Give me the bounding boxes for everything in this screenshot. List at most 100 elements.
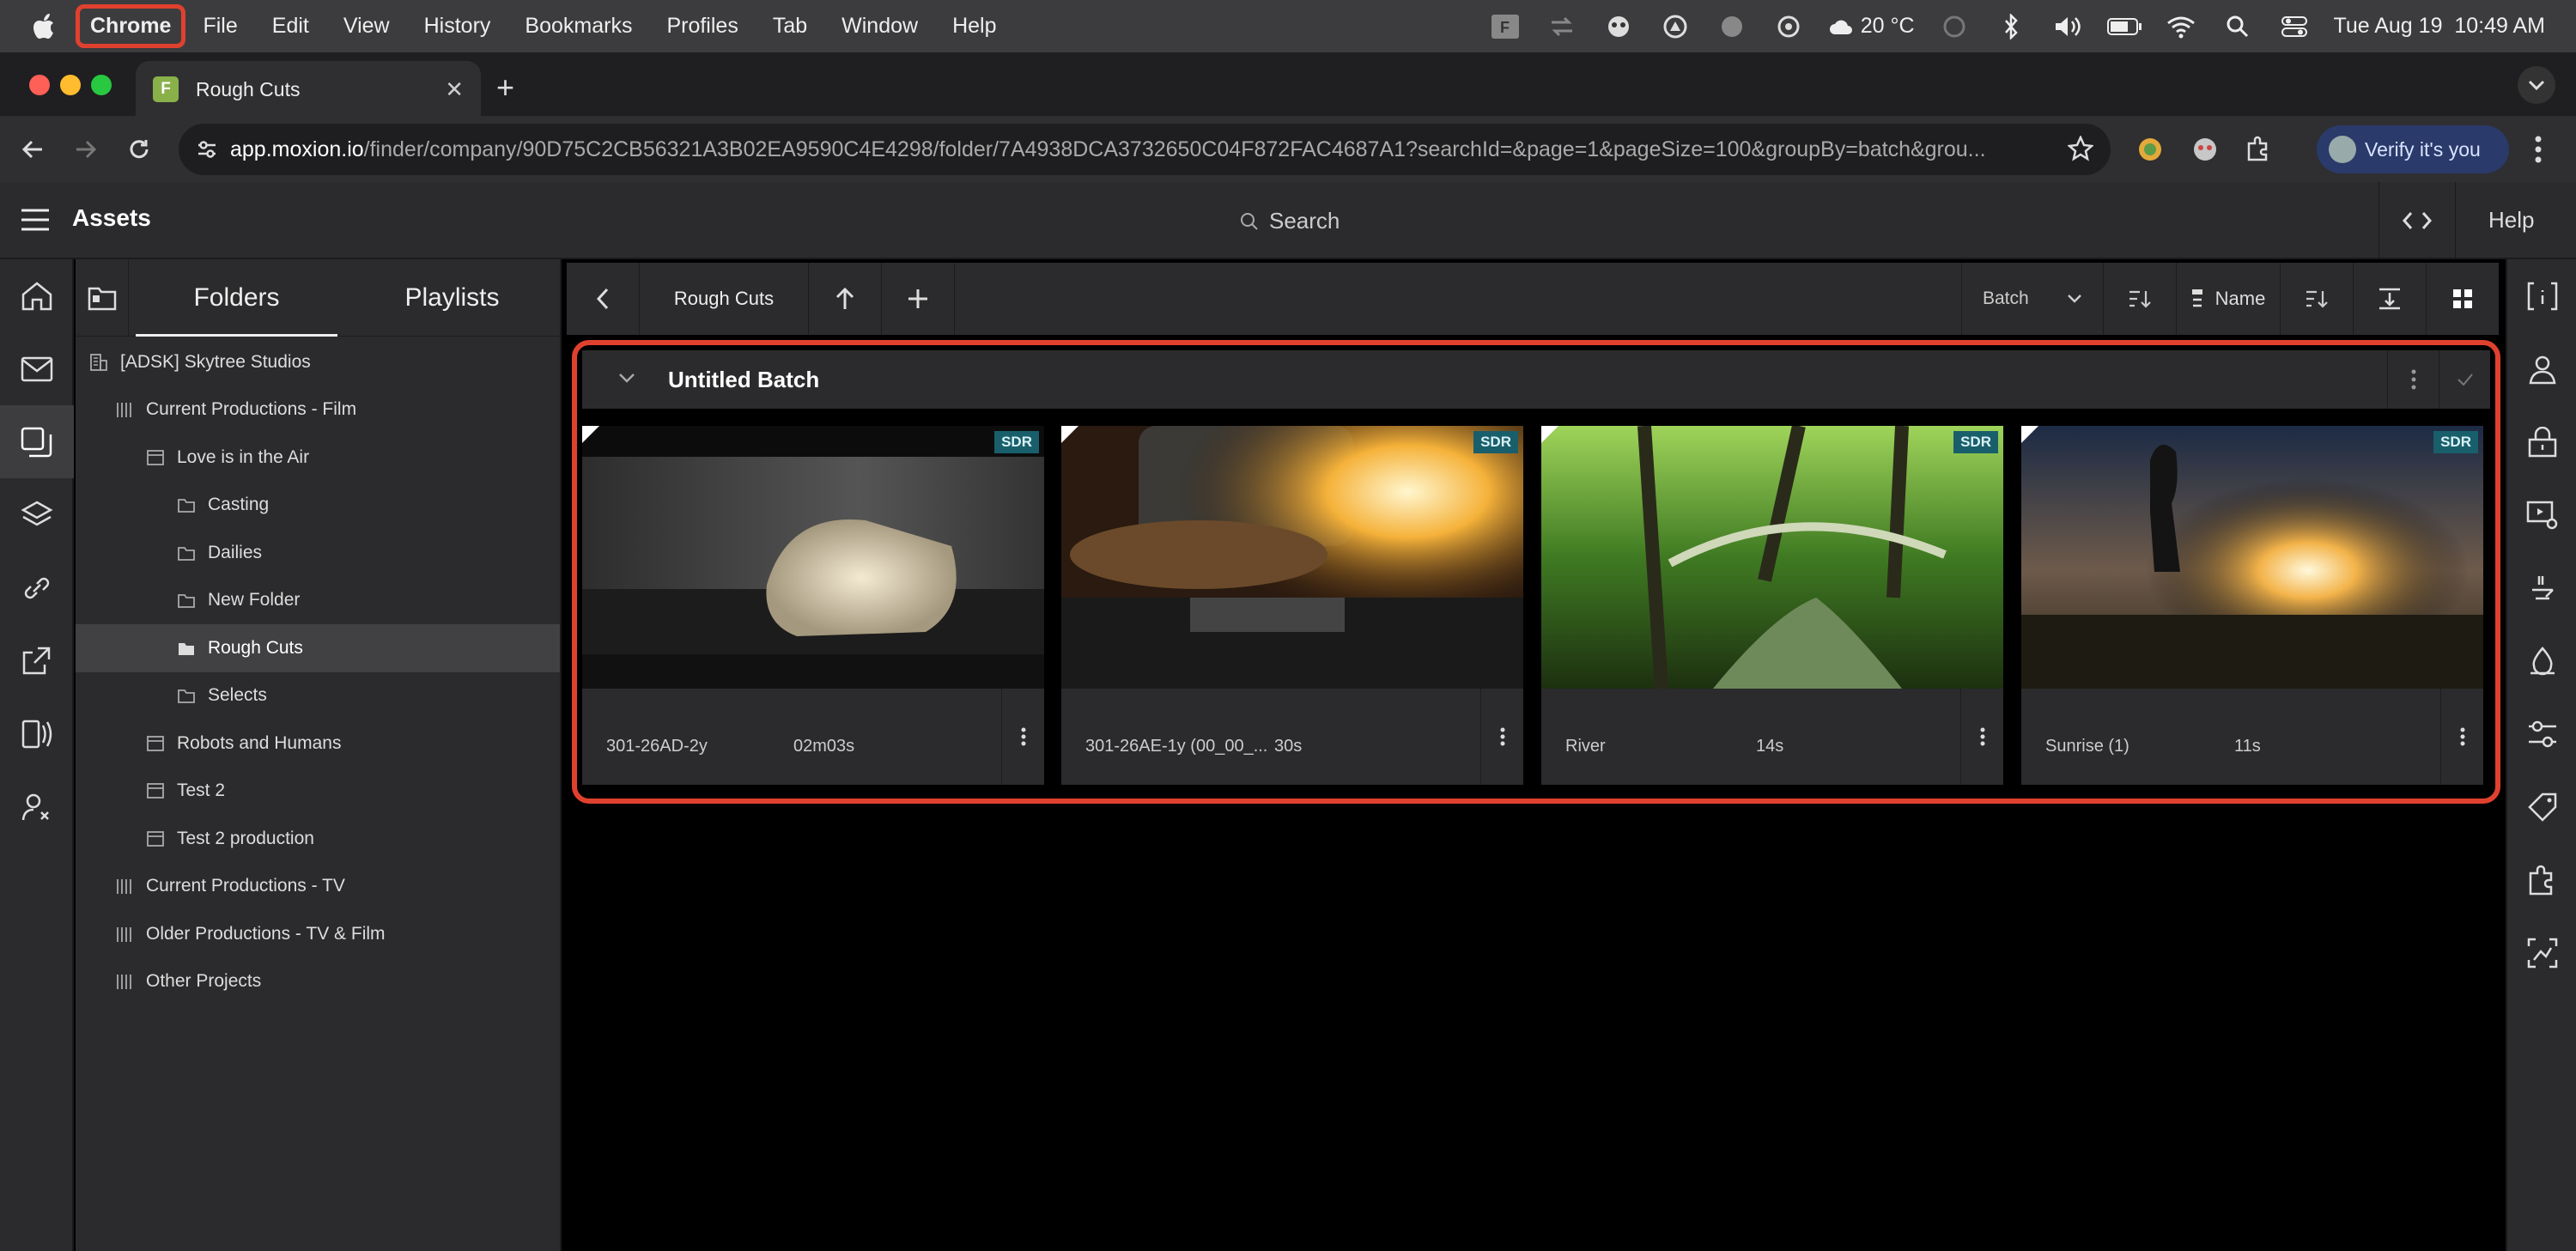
asset-menu-icon[interactable] xyxy=(1001,689,1044,785)
browser-tab[interactable]: F Rough Cuts ✕ xyxy=(136,61,481,118)
verify-identity-button[interactable]: Verify it's you xyxy=(2317,125,2509,173)
layers-nav-button[interactable] xyxy=(0,478,74,551)
assets-nav-button[interactable] xyxy=(0,405,74,478)
asset-menu-icon[interactable] xyxy=(1960,689,2003,785)
control-center-icon[interactable] xyxy=(2277,12,2312,41)
inbox-nav-button[interactable] xyxy=(0,332,74,405)
menu-file[interactable]: File xyxy=(185,14,254,39)
add-button[interactable] xyxy=(882,263,954,335)
folder-tree-item[interactable]: Older Productions - TV & Film xyxy=(76,910,560,958)
users-nav-button[interactable] xyxy=(0,770,74,843)
filters-button[interactable] xyxy=(2507,697,2576,770)
folder-tree-item[interactable]: Love is in the Air xyxy=(76,434,560,482)
folder-view-icon[interactable] xyxy=(76,258,129,337)
asset-card[interactable]: SDR 301-26AD-2y 02m03s xyxy=(582,426,1044,785)
tags-button[interactable] xyxy=(2507,770,2576,843)
tab-folders[interactable]: Folders xyxy=(129,259,344,337)
scan-button[interactable] xyxy=(2507,916,2576,989)
browser-menu-icon[interactable] xyxy=(2533,134,2543,169)
embed-code-button[interactable] xyxy=(2379,182,2456,259)
menu-profiles[interactable]: Profiles xyxy=(649,14,755,39)
folder-tree-item[interactable]: Rough Cuts xyxy=(76,624,560,672)
asset-menu-icon[interactable] xyxy=(2440,689,2483,785)
integrations-button[interactable] xyxy=(2507,843,2576,916)
menu-edit[interactable]: Edit xyxy=(255,14,326,39)
asset-thumbnail[interactable]: SDR xyxy=(582,426,1044,689)
sort-by-select[interactable]: Name xyxy=(2177,263,2280,335)
batch-menu-icon[interactable] xyxy=(2387,350,2439,409)
folder-tree-item[interactable]: Test 2 xyxy=(76,768,560,816)
extensions-puzzle-icon[interactable] xyxy=(2245,136,2272,167)
drive-icon[interactable] xyxy=(1658,12,1692,41)
asset-card[interactable]: SDR 301-26AE-1y (00_00_... 30s xyxy=(1061,426,1523,785)
minimize-window-button[interactable] xyxy=(60,75,81,95)
app-f-icon[interactable]: F xyxy=(1488,12,1522,41)
breadcrumb[interactable]: Rough Cuts xyxy=(640,263,808,335)
sort-direction-button[interactable] xyxy=(2281,263,2353,335)
close-tab-icon[interactable]: ✕ xyxy=(445,76,464,103)
folder-tree-item[interactable]: Current Productions - Film xyxy=(76,386,560,434)
extension-1-icon[interactable] xyxy=(2136,136,2164,167)
folder-tree-item[interactable]: Current Productions - TV xyxy=(76,863,560,911)
menu-help[interactable]: Help xyxy=(935,14,1013,39)
asset-menu-icon[interactable] xyxy=(1480,689,1523,785)
parent-folder-button[interactable] xyxy=(809,263,881,335)
menu-window[interactable]: Window xyxy=(824,14,935,39)
bookmark-star-icon[interactable] xyxy=(2067,134,2094,167)
clock[interactable]: Tue Aug 19 10:49 AM xyxy=(2334,14,2545,39)
batch-collapse-chevron-icon[interactable] xyxy=(618,372,635,387)
group-sort-order-button[interactable] xyxy=(2104,263,2176,335)
folder-tree-item[interactable]: Casting xyxy=(76,482,560,530)
back-icon[interactable] xyxy=(12,129,53,170)
media-settings-button[interactable] xyxy=(2507,478,2576,551)
forward-icon[interactable] xyxy=(65,129,106,170)
folder-tree-item[interactable]: Selects xyxy=(76,672,560,720)
permissions-panel-button[interactable] xyxy=(2507,405,2576,478)
wifi-icon[interactable] xyxy=(2164,12,2198,41)
group-by-select[interactable]: Batch xyxy=(1962,263,2103,335)
review-nav-button[interactable] xyxy=(0,697,74,770)
menu-tab[interactable]: Tab xyxy=(756,14,824,39)
menu-chrome[interactable]: Chrome xyxy=(76,4,186,48)
menu-bookmarks[interactable]: Bookmarks xyxy=(507,14,649,39)
folder-tree-item[interactable]: Other Projects xyxy=(76,958,560,1006)
tab-playlists[interactable]: Playlists xyxy=(344,259,560,337)
asset-card[interactable]: SDR River 14s xyxy=(1541,426,2003,785)
people-panel-button[interactable] xyxy=(2507,332,2576,405)
menu-view[interactable]: View xyxy=(326,14,407,39)
batch-select-checkbox[interactable] xyxy=(2439,350,2490,409)
bluetooth-icon[interactable] xyxy=(1994,12,2028,41)
asset-thumbnail[interactable]: SDR xyxy=(1061,426,1523,689)
new-tab-icon[interactable]: + xyxy=(496,70,514,106)
volume-icon[interactable] xyxy=(2050,12,2085,41)
apple-menu-icon[interactable] xyxy=(31,12,60,41)
reload-icon[interactable] xyxy=(118,129,160,170)
globe-icon[interactable] xyxy=(1715,12,1749,41)
close-window-button[interactable] xyxy=(29,75,50,95)
watermark-button[interactable] xyxy=(2507,624,2576,697)
info-panel-button[interactable] xyxy=(2507,259,2576,332)
battery-icon[interactable] xyxy=(2106,12,2142,41)
folder-tree-item[interactable]: [ADSK] Skytree Studios xyxy=(76,338,560,386)
weather-widget[interactable]: 20 °C xyxy=(1828,14,1915,39)
asset-card[interactable]: SDR Sunrise (1) 11s xyxy=(2021,426,2483,785)
radar-icon[interactable] xyxy=(1937,12,1971,41)
back-button[interactable] xyxy=(567,263,639,335)
collapse-all-button[interactable] xyxy=(2354,263,2426,335)
folder-tree-item[interactable]: Test 2 production xyxy=(76,815,560,863)
tab-search-chevron-icon[interactable] xyxy=(2518,66,2555,104)
home-nav-button[interactable] xyxy=(0,259,74,332)
asset-thumbnail[interactable]: SDR xyxy=(1541,426,2003,689)
hamburger-menu-icon[interactable] xyxy=(21,208,50,236)
folder-tree-item[interactable]: Robots and Humans xyxy=(76,720,560,768)
spotlight-search-icon[interactable] xyxy=(2221,12,2255,41)
help-button[interactable]: Help xyxy=(2488,207,2534,234)
folder-tree-item[interactable]: New Folder xyxy=(76,577,560,625)
links-nav-button[interactable] xyxy=(0,551,74,624)
transcode-button[interactable] xyxy=(2507,551,2576,624)
site-info-icon[interactable] xyxy=(196,138,218,167)
share-nav-button[interactable] xyxy=(0,624,74,697)
extension-2-icon[interactable] xyxy=(2191,136,2219,167)
asset-thumbnail[interactable]: SDR xyxy=(2021,426,2483,689)
address-bar[interactable]: app.moxion.io/finder/company/90D75C2CB56… xyxy=(179,124,2111,175)
